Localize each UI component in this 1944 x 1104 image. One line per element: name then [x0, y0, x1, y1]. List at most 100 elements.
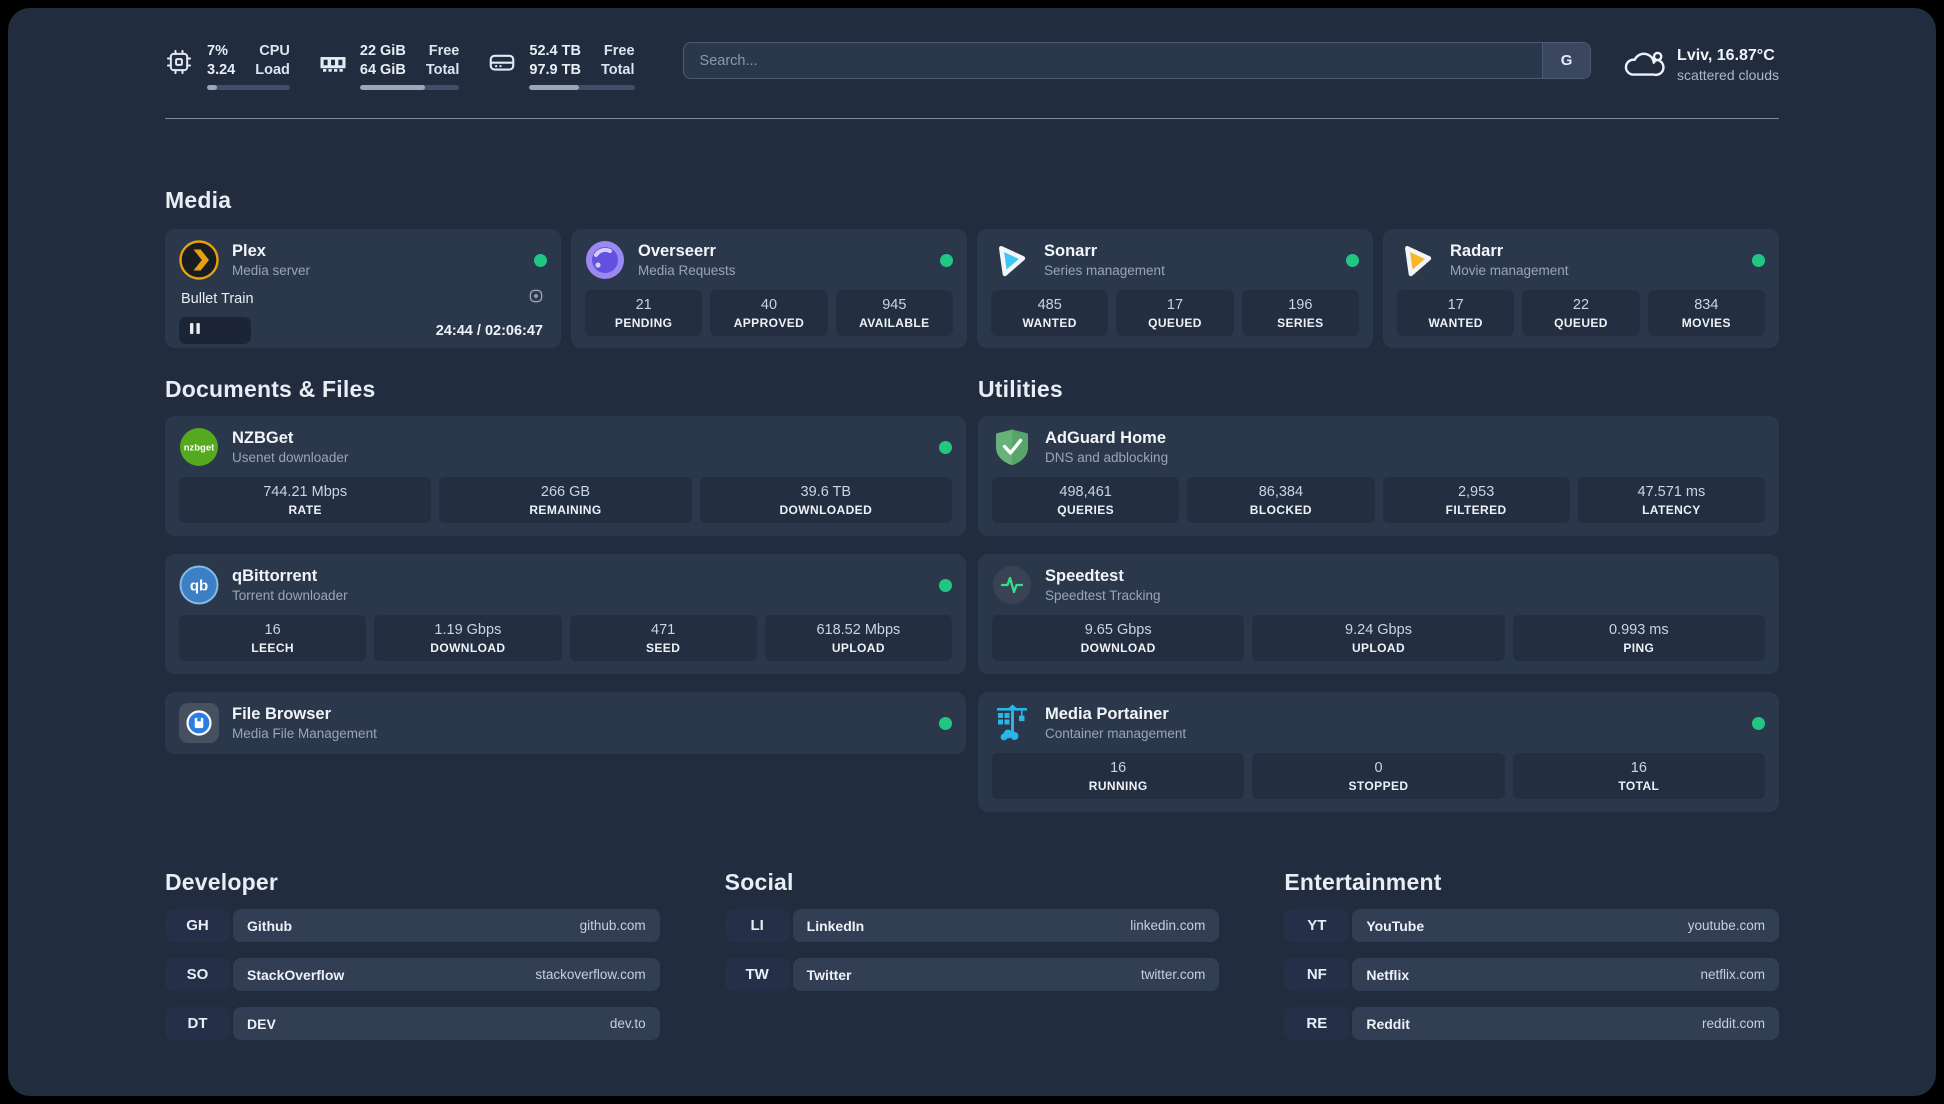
speedtest-icon — [992, 565, 1032, 605]
status-dot-online — [940, 253, 953, 267]
session-info-icon[interactable] — [527, 287, 545, 310]
stat-box: 834 MOVIES — [1647, 290, 1765, 336]
stat-value: 266 GB — [540, 483, 591, 500]
link-name: Github — [247, 917, 293, 934]
dashboard: 7% 3.24 CPU Load 22 GiB 64 GiB Free Tota… — [8, 8, 1936, 1096]
link-url: dev.to — [609, 1016, 646, 1031]
stat-label: REMAINING — [529, 502, 602, 517]
status-dot-online — [1752, 253, 1765, 267]
link-abbr: GH — [165, 909, 230, 942]
top-bar: 7% 3.24 CPU Load 22 GiB 64 GiB Free Tota… — [165, 42, 1779, 90]
app-description: Media File Management — [232, 725, 377, 741]
app-name: qBittorrent — [232, 566, 318, 585]
disk-icon — [487, 42, 517, 82]
stat-box: 40 APPROVED — [710, 290, 828, 336]
adguard-card[interactable]: AdGuard Home DNS and adblocking 498,461 … — [978, 416, 1779, 536]
app-description: DNS and adblocking — [1045, 449, 1169, 465]
app-name: Media Portainer — [1045, 704, 1169, 723]
overseerr-card[interactable]: Overseerr Media Requests 21 PENDING 40 A… — [571, 229, 967, 348]
stat-label: FILTERED — [1445, 502, 1507, 517]
link-twitter[interactable]: TW Twitter twitter.com — [724, 958, 1220, 991]
stat-label: DOWNLOAD — [1080, 640, 1156, 655]
link-dev-to[interactable]: DT DEV dev.to — [165, 1007, 660, 1040]
stat-box: 16 TOTAL — [1512, 753, 1765, 799]
stat-label: PENDING — [614, 315, 673, 330]
app-name: Sonarr — [1044, 241, 1098, 260]
stat-label: LATENCY — [1642, 502, 1701, 517]
stat-box: 21 PENDING — [585, 290, 703, 336]
section-title-utilities: Utilities — [978, 376, 1063, 402]
system-stats: 7% 3.24 CPU Load 22 GiB 64 GiB Free Tota… — [165, 42, 635, 90]
cpu-icon — [165, 42, 195, 82]
nzbget-card[interactable]: nzbget NZBGet Usenet downloader 744.21 M… — [165, 416, 966, 536]
app-description: Usenet downloader — [232, 449, 349, 465]
disk-progress-track — [529, 85, 635, 90]
disk-total-label: Total — [600, 62, 635, 78]
pause-icon[interactable] — [189, 322, 201, 340]
search-engine-button[interactable]: G — [1542, 43, 1591, 78]
portainer-card[interactable]: Media Portainer Container management 16 … — [978, 692, 1779, 812]
ram-progress-fill — [359, 85, 425, 90]
ram-free-value: 22 GiB — [359, 43, 406, 59]
stat-value: 471 — [651, 621, 676, 638]
stat-value: 21 — [635, 296, 652, 313]
stat-label: APPROVED — [733, 315, 805, 330]
stat-value: 485 — [1037, 296, 1062, 313]
link-url: linkedin.com — [1130, 918, 1206, 933]
stat-value: 17 — [1447, 296, 1464, 313]
app-description: Media Requests — [638, 262, 736, 278]
stat-box: 498,461 QUERIES — [992, 477, 1180, 523]
link-url: github.com — [579, 918, 646, 933]
stat-box: 2,953 FILTERED — [1382, 477, 1570, 523]
search-input[interactable] — [683, 43, 1543, 78]
link-abbr: SO — [165, 958, 230, 991]
playback-progress-fill — [179, 317, 251, 344]
stat-box: 9.24 Gbps UPLOAD — [1252, 615, 1505, 661]
link-name: Twitter — [806, 966, 852, 983]
stat-box: 16 RUNNING — [992, 753, 1245, 799]
link-netflix[interactable]: NF Netflix netflix.com — [1284, 958, 1779, 991]
section-title-documents: Documents & Files — [165, 376, 376, 402]
weather-condition: scattered clouds — [1677, 66, 1779, 83]
stat-value: 834 — [1694, 296, 1719, 313]
disk-free-value: 52.4 TB — [529, 43, 581, 59]
stat-value: 47.571 ms — [1637, 483, 1706, 500]
sonarr-card[interactable]: Sonarr Series management 485 WANTED 17 Q… — [977, 229, 1373, 348]
stat-value: 17 — [1166, 296, 1184, 313]
radarr-card[interactable]: Radarr Movie management 17 WANTED 22 QUE… — [1383, 229, 1779, 348]
stat-box: 17 QUEUED — [1116, 290, 1234, 336]
disk-free-label: Free — [603, 43, 635, 59]
stat-label: AVAILABLE — [859, 315, 930, 330]
filebrowser-icon — [179, 703, 219, 743]
link-name: YouTube — [1366, 917, 1425, 934]
stat-value: 2,953 — [1457, 483, 1495, 500]
playback-progress: 24:44 / 02:06:47 — [179, 317, 547, 344]
app-description: Container management — [1045, 725, 1187, 741]
link-github[interactable]: GH Github github.com — [165, 909, 660, 942]
disk-stat: 52.4 TB 97.9 TB Free Total — [487, 42, 635, 90]
link-youtube[interactable]: YT YouTube youtube.com — [1284, 909, 1779, 942]
stat-box: 16 LEECH — [179, 615, 367, 661]
link-abbr: RE — [1284, 1007, 1350, 1040]
stat-box: 744.21 Mbps RATE — [179, 477, 432, 523]
link-reddit[interactable]: RE Reddit reddit.com — [1284, 1007, 1779, 1040]
link-stackoverflow[interactable]: SO StackOverflow stackoverflow.com — [165, 958, 660, 991]
link-url: stackoverflow.com — [535, 967, 646, 982]
link-name: Reddit — [1366, 1015, 1410, 1032]
link-abbr: NF — [1284, 958, 1350, 991]
stat-value: 39.6 TB — [800, 483, 852, 500]
speedtest-card[interactable]: Speedtest Speedtest Tracking 9.65 Gbps D… — [978, 554, 1779, 674]
link-linkedin[interactable]: LI LinkedIn linkedin.com — [724, 909, 1220, 942]
stat-box: 9.65 Gbps DOWNLOAD — [992, 615, 1245, 661]
filebrowser-card[interactable]: File Browser Media File Management — [165, 692, 966, 754]
stat-box: 471 SEED — [569, 615, 757, 661]
stat-label: QUERIES — [1057, 502, 1115, 517]
nzbget-icon: nzbget — [179, 427, 219, 467]
svg-text:nzbget: nzbget — [184, 443, 215, 454]
stat-value: 9.24 Gbps — [1345, 621, 1412, 638]
stat-label: SEED — [645, 640, 681, 655]
stat-value: 16 — [1630, 759, 1647, 776]
plex-card[interactable]: Plex Media server Bullet Train 24:44 / 0… — [165, 229, 561, 348]
link-name: LinkedIn — [806, 917, 865, 934]
qbittorrent-card[interactable]: qb qBittorrent Torrent downloader 16 LEE… — [165, 554, 966, 674]
